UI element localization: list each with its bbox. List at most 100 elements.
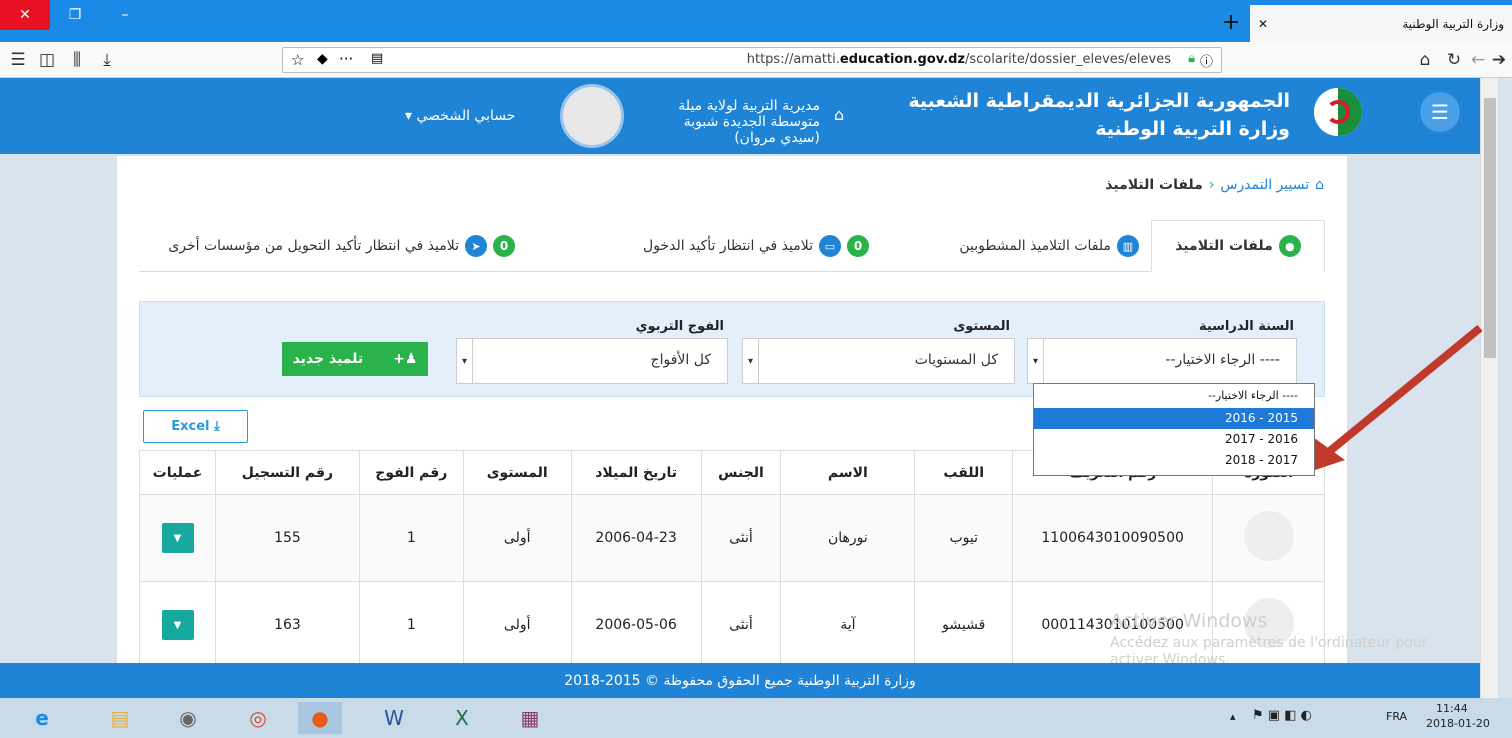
row-actions-button[interactable]: ▼ xyxy=(161,523,194,553)
chevron-left-icon: ‹ xyxy=(1208,177,1215,193)
header-title-line2: وزارة التربية الوطنية xyxy=(1095,118,1290,140)
level-label: المستوى xyxy=(953,319,1010,334)
info-icon[interactable]: ⓘ xyxy=(1200,51,1213,70)
menu-icon[interactable]: ☰ xyxy=(4,42,32,78)
excel-export-button[interactable]: Excel ⤓ xyxy=(143,410,248,443)
download-icon[interactable]: ⤓ xyxy=(92,42,122,78)
tab-removed-students[interactable]: ملفات التلاميذ المشطوبين ▥ xyxy=(959,220,1139,272)
col-gender[interactable]: الجنس xyxy=(700,450,782,495)
home-icon[interactable]: ⌂ xyxy=(1410,42,1440,78)
clock-time[interactable]: 11:44 xyxy=(1436,702,1468,715)
tabs-row: ملفات التلاميذ ● ملفات التلاميذ المشطوبي… xyxy=(139,220,1325,272)
group-label: الفوج التربوي xyxy=(635,319,724,334)
back-icon[interactable]: ← xyxy=(1468,42,1488,78)
home-icon: ⌂ xyxy=(1315,177,1324,193)
url-text[interactable]: https://amatti.education.gov.dz/scolarit… xyxy=(747,52,1171,67)
chevron-down-icon: ▾ xyxy=(1028,339,1044,383)
dropdown-option[interactable]: --الرجاء الاختيار ---- xyxy=(1034,384,1314,408)
col-firstname[interactable]: الاسم xyxy=(780,450,916,495)
col-operations[interactable]: عمليات xyxy=(139,450,216,495)
tab-students-files[interactable]: ملفات التلاميذ ● xyxy=(1151,220,1325,272)
header-title-line1: الجمهورية الجزائرية الديمقراطية الشعبية xyxy=(908,90,1290,112)
scrollbar-thumb[interactable] xyxy=(1484,98,1496,358)
activation-watermark-text: Accédez aux paramètres de l'ordinateur p… xyxy=(1110,635,1428,651)
new-student-button[interactable]: تلميذ جديد +♟ xyxy=(282,342,428,376)
language-indicator[interactable]: FRA xyxy=(1386,710,1407,723)
chrome-icon[interactable]: ◎ xyxy=(236,702,280,734)
browser-title-bar: ✕ ❐ – + ✕ وزارة التربية الوطنية xyxy=(0,0,1512,42)
breadcrumb: ⌂ تسيير التمدرس ‹ ملفات التلاميذ xyxy=(1105,177,1324,193)
windows-taskbar: e ▤ ◉ ◎ ● W X ▦ ▴ ⚑ ▣ ◧ ◐ FRA 11:44 2018… xyxy=(0,698,1512,738)
col-group[interactable]: رقم الفوج xyxy=(358,450,464,495)
pending-transfer-badge: 0 xyxy=(493,235,515,257)
table-row: 1100643010090500 تيوب نورهان أنثى 2006-0… xyxy=(139,494,1325,582)
trash-icon: ▥ xyxy=(1117,235,1139,257)
word-icon[interactable]: W xyxy=(372,702,416,734)
tray-icons[interactable]: ⚑ ▣ ◧ ◐ xyxy=(1252,708,1312,723)
bookmark-star-icon[interactable]: ☆ xyxy=(291,51,304,69)
pocket-icon[interactable]: ◆ xyxy=(317,51,328,67)
dropdown-caret-icon: ▾ xyxy=(405,108,417,124)
send-icon: ➤ xyxy=(465,235,487,257)
restore-window-button[interactable]: ❐ xyxy=(50,0,100,30)
sidebar-icon[interactable]: ◫ xyxy=(32,42,62,78)
ie-icon[interactable]: e xyxy=(20,702,64,734)
inbox-icon: ▭ xyxy=(819,235,841,257)
browser-tab[interactable]: ✕ وزارة التربية الوطنية xyxy=(1250,5,1512,42)
year-select[interactable]: --الرجاء الاختيار ---- ▾ xyxy=(1027,338,1297,384)
add-user-icon: +♟ xyxy=(393,351,418,367)
tab-title: وزارة التربية الوطنية xyxy=(1402,16,1504,31)
lock-icon[interactable]: 🔒︎ xyxy=(1188,51,1195,66)
new-tab-button[interactable]: + xyxy=(1213,8,1249,36)
users-icon: ● xyxy=(1278,235,1301,257)
annotation-arrow xyxy=(1300,324,1483,475)
window-controls: ✕ ❐ – xyxy=(0,0,150,30)
col-registration[interactable]: رقم التسجيل xyxy=(215,450,360,495)
hamburger-menu-button[interactable]: ☰ xyxy=(1420,92,1460,132)
close-window-button[interactable]: ✕ xyxy=(0,0,50,30)
chevron-down-icon: ▾ xyxy=(457,339,473,383)
year-label: السنة الدراسية xyxy=(1198,319,1294,334)
file-explorer-icon[interactable]: ▤ xyxy=(98,702,142,734)
student-photo xyxy=(1212,494,1325,582)
download-icon: ⤓ xyxy=(214,419,220,434)
url-bar[interactable]: ☆ ◆ ··· ▤ https://amatti.education.gov.d… xyxy=(282,47,1222,73)
tab-pending-entry[interactable]: تلاميذ في انتظار تأكيد الدخول ▭ 0 xyxy=(643,220,869,272)
page-footer: وزارة التربية الوطنية جميع الحقوق محفوظة… xyxy=(0,663,1480,698)
dropdown-option-selected[interactable]: 2016 - 2015 xyxy=(1034,408,1314,429)
firefox-icon[interactable]: ● xyxy=(298,702,342,734)
library-icon[interactable]: ⫼ xyxy=(62,42,92,78)
breadcrumb-current: ملفات التلاميذ xyxy=(1105,177,1203,193)
minimize-window-button[interactable]: – xyxy=(100,0,150,30)
tab-pending-transfer[interactable]: تلاميذ في انتظار تأكيد التحويل من مؤسسات… xyxy=(168,220,515,272)
col-level[interactable]: المستوى xyxy=(462,450,572,495)
col-dob[interactable]: تاريخ الميلاد xyxy=(570,450,702,495)
school-icon: ⌂ xyxy=(834,105,845,124)
dropdown-option[interactable]: 2017 - 2016 xyxy=(1034,429,1314,450)
dropdown-option[interactable]: 2018 - 2017 xyxy=(1034,450,1314,471)
activation-watermark-title: Activer Windows xyxy=(1110,610,1268,632)
user-avatar[interactable] xyxy=(560,84,624,148)
school-name: متوسطة الجديدة شبوبة (سيدي مروان) xyxy=(683,114,820,146)
year-dropdown-list: --الرجاء الاختيار ---- 2016 - 2015 2017 … xyxy=(1033,383,1315,476)
level-select[interactable]: كل المستويات ▾ xyxy=(742,338,1015,384)
breadcrumb-root[interactable]: تسيير التمدرس xyxy=(1220,177,1309,193)
browser-nav-bar: ☰ ◫ ⫼ ⤓ ☆ ◆ ··· ▤ https://amatti.educati… xyxy=(0,42,1512,78)
close-tab-icon[interactable]: ✕ xyxy=(1258,17,1268,31)
forward-icon[interactable]: ➔ xyxy=(1488,42,1510,78)
reader-view-icon[interactable]: ▤ xyxy=(371,51,383,66)
clock-date[interactable]: 2018-01-20 xyxy=(1426,717,1490,730)
excel-icon[interactable]: X xyxy=(440,702,484,734)
row-actions-button[interactable]: ▼ xyxy=(161,610,194,640)
more-actions-icon[interactable]: ··· xyxy=(339,50,353,68)
media-player-icon[interactable]: ◉ xyxy=(166,702,210,734)
algeria-flag-logo xyxy=(1314,88,1362,136)
reload-icon[interactable]: ↻ xyxy=(1440,42,1468,78)
tray-expand-icon[interactable]: ▴ xyxy=(1230,710,1236,723)
winrar-icon[interactable]: ▦ xyxy=(508,702,552,734)
group-select[interactable]: كل الأفواج ▾ xyxy=(456,338,728,384)
col-lastname[interactable]: اللقب xyxy=(914,450,1014,495)
account-menu[interactable]: ▾ حسابي الشخصي xyxy=(405,108,515,124)
directorate-name: مديرية التربية لولاية ميلة xyxy=(678,98,820,114)
app-header: ☰ الجمهورية الجزائرية الديمقراطية الشعبي… xyxy=(0,78,1480,154)
